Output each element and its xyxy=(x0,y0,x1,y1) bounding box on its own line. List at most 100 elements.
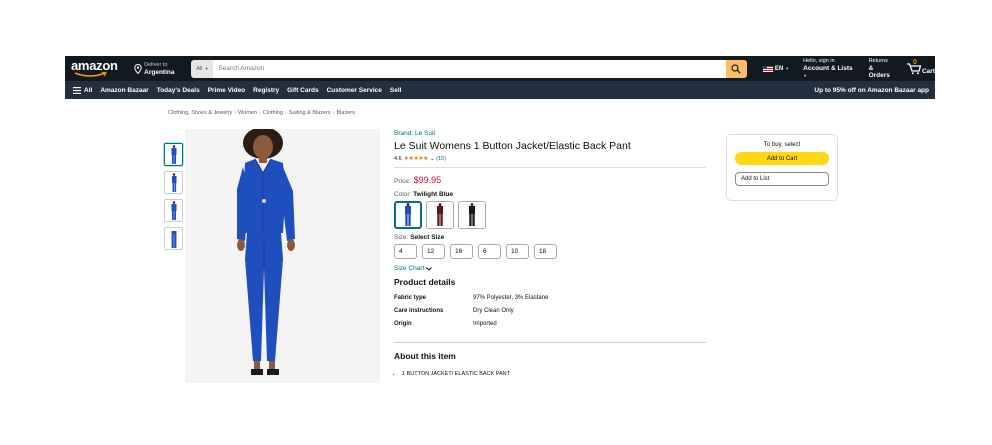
bazaar-promo-link[interactable]: Up to 95% off on Amazon Bazaar app xyxy=(814,87,929,94)
product-info: Brand: Le Suit Le Suit Womens 1 Button J… xyxy=(394,130,706,377)
search-category-select[interactable]: All ▼ xyxy=(191,59,214,78)
chevron-down-icon[interactable]: ⌄ xyxy=(430,156,434,162)
size-option[interactable]: 18 xyxy=(534,244,557,259)
color-swatch-twilight-blue[interactable] xyxy=(394,201,422,229)
product-detail-row: Care instructions Dry Clean Only xyxy=(394,308,706,321)
all-menu-button[interactable]: All xyxy=(73,86,93,94)
divider xyxy=(394,167,706,168)
deliver-to[interactable]: Deliver to Argentina xyxy=(134,62,183,76)
suit-thumbnail-image xyxy=(171,172,176,192)
location-pin-icon xyxy=(134,63,142,74)
nav-item-customer-service[interactable]: Customer Service xyxy=(327,87,382,94)
caret-down-icon: ▼ xyxy=(803,73,808,78)
thumbnail-back[interactable] xyxy=(164,199,183,222)
add-to-cart-button[interactable]: Add to Cart xyxy=(735,152,829,165)
logo-text: amazon xyxy=(71,57,118,73)
language-selector[interactable]: EN ▼ xyxy=(762,65,790,72)
breadcrumb-item[interactable]: Suiting & Blazers xyxy=(289,110,331,116)
hamburger-icon xyxy=(73,86,81,94)
caret-down-icon: ▼ xyxy=(204,66,209,71)
price-row: Price: $99.95 xyxy=(394,175,706,185)
buy-box-heading: To buy, select xyxy=(763,142,801,148)
product-details-table: Fabric type 97% Polyester, 3% Elastane C… xyxy=(394,295,706,334)
color-label: Color: xyxy=(394,191,412,198)
about-item-bullet: 1 BUTTON JACKET/ ELASTIC BACK PANT xyxy=(402,371,706,377)
search-bar: All ▼ xyxy=(191,59,747,78)
logo-smile-icon xyxy=(74,71,107,77)
thumbnail-pants[interactable] xyxy=(164,227,183,250)
thumbnail-side[interactable] xyxy=(164,171,183,194)
size-options: 4 12 16 6 10 18 xyxy=(394,244,706,259)
nav-secondary-bar: All Amazon Bazaar Today's Deals Prime Vi… xyxy=(65,81,935,99)
deliver-country: Argentina xyxy=(144,68,175,76)
color-swatch-black[interactable] xyxy=(458,201,486,229)
star-rating-icon[interactable]: ★★★★★ xyxy=(404,155,429,162)
detail-key: Care instructions xyxy=(394,308,444,314)
returns-label: Returns xyxy=(868,58,888,64)
nav-item-prime-video[interactable]: Prime Video xyxy=(208,87,245,94)
product-details-heading: Product details xyxy=(394,277,456,287)
thumbnail-front[interactable] xyxy=(164,143,183,166)
divider xyxy=(394,342,706,343)
price-value: $99.95 xyxy=(413,175,442,185)
image-thumbnails xyxy=(164,143,183,250)
all-menu-label: All xyxy=(84,86,93,94)
breadcrumb-separator-icon: › xyxy=(234,110,237,116)
size-option[interactable]: 6 xyxy=(478,244,501,259)
search-category-label: All xyxy=(196,65,203,72)
brand-link[interactable]: Brand: Le Suit xyxy=(394,130,706,137)
color-swatch-burgundy[interactable] xyxy=(426,201,454,229)
color-swatches xyxy=(394,201,706,229)
size-option[interactable]: 4 xyxy=(394,244,417,259)
swatch-image xyxy=(437,203,443,226)
breadcrumb-item[interactable]: Clothing, Shoes & Jewelry xyxy=(168,110,232,116)
product-detail-row: Origin Imported xyxy=(394,321,706,334)
size-value: Select Size xyxy=(410,234,445,241)
breadcrumb-item[interactable]: Women xyxy=(238,110,257,116)
price-label: Price: xyxy=(394,178,411,185)
add-to-list-button[interactable]: Add to List xyxy=(735,172,829,186)
suit-thumbnail-image xyxy=(171,144,176,164)
nav-item-sell[interactable]: Sell xyxy=(390,87,402,94)
main-product-image[interactable] xyxy=(185,127,380,383)
breadcrumb-item[interactable]: Clothing xyxy=(263,110,283,116)
amazon-logo[interactable]: amazon xyxy=(71,57,126,79)
color-value: Twilight Blue xyxy=(413,191,454,198)
breadcrumb: Clothing, Shoes & Jewelry › Women › Clothi… xyxy=(168,110,355,116)
pants-thumbnail-image xyxy=(171,230,176,248)
deliver-label: Deliver to xyxy=(144,61,168,68)
about-item-heading: About this item xyxy=(394,351,456,361)
size-option[interactable]: 12 xyxy=(422,244,445,259)
breadcrumb-separator-icon: › xyxy=(332,110,335,116)
nav-item-todays-deals[interactable]: Today's Deals xyxy=(157,87,200,94)
us-flag-icon xyxy=(762,65,773,72)
search-input[interactable] xyxy=(213,59,726,78)
breadcrumb-item[interactable]: Blazers xyxy=(337,110,355,116)
size-label: Size: xyxy=(394,234,409,241)
size-option[interactable]: 16 xyxy=(450,244,473,259)
color-label-row: Color: Twilight Blue xyxy=(394,191,706,198)
size-label-row: Size: Select Size xyxy=(394,234,706,241)
breadcrumb-separator-icon: › xyxy=(284,110,287,116)
nav-item-registry[interactable]: Registry xyxy=(253,87,279,94)
product-title: Le Suit Womens 1 Button Jacket/Elastic B… xyxy=(394,140,631,152)
account-menu[interactable]: Hello, sign in Account & Lists ▼ xyxy=(803,58,857,79)
returns-orders[interactable]: Returns & Orders xyxy=(869,58,896,79)
size-chart-link[interactable]: Size Chart xyxy=(394,265,706,272)
caret-down-icon: ▼ xyxy=(785,66,790,71)
search-icon xyxy=(731,63,741,73)
nav-item-gift-cards[interactable]: Gift Cards xyxy=(287,87,318,94)
rating-count-link[interactable]: (15) xyxy=(436,156,446,162)
cart-button[interactable]: 0 Cart xyxy=(906,59,935,75)
size-option[interactable]: 10 xyxy=(506,244,529,259)
search-button[interactable] xyxy=(725,59,747,78)
account-greeting: Hello, sign in xyxy=(803,58,835,64)
breadcrumb-separator-icon: › xyxy=(258,110,261,116)
detail-value: 97% Polyester, 3% Elastane xyxy=(473,295,549,301)
chevron-down-icon xyxy=(426,266,433,271)
cart-label: Cart xyxy=(921,68,935,75)
size-chart-label: Size Chart xyxy=(394,265,425,272)
cart-count: 0 xyxy=(912,59,917,66)
nav-item-amazon-bazaar[interactable]: Amazon Bazaar xyxy=(100,87,148,94)
account-label: Account & Lists xyxy=(803,65,853,72)
